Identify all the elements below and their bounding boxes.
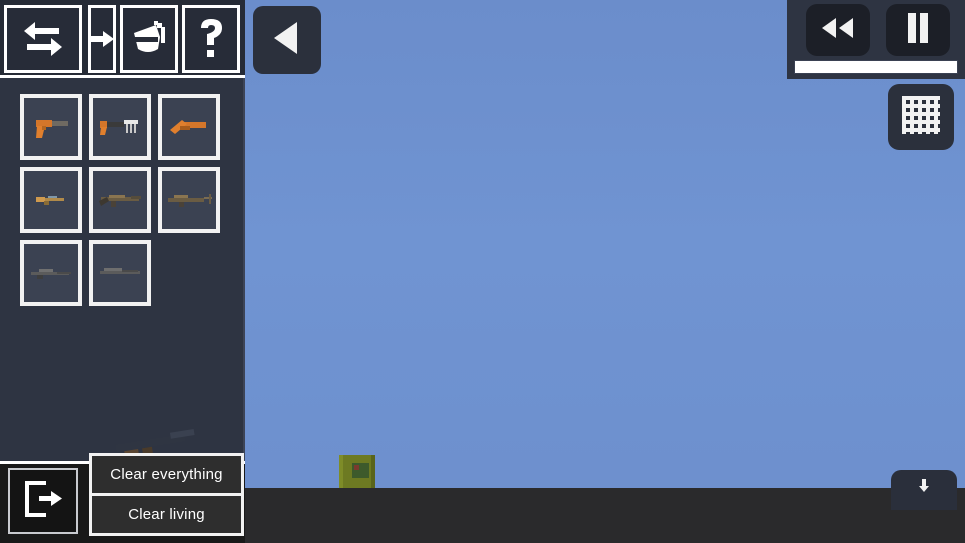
weapon-slot-marksman-rifle[interactable]: [89, 240, 151, 306]
clear-buttons-group: Clear everything Clear living: [89, 453, 244, 536]
grid-icon: [900, 94, 942, 141]
weapon-slot-assault-rifle[interactable]: [89, 167, 151, 233]
crate-inner-face: [352, 463, 369, 478]
download-icon: [917, 478, 931, 499]
help-tool-button[interactable]: [182, 5, 240, 73]
weapon-slot-sawed-off-shotgun[interactable]: [158, 94, 220, 160]
weapon-slot-sniper-rifle[interactable]: [20, 240, 82, 306]
weapon-slot-pistol[interactable]: [20, 94, 82, 160]
sawed-off-shotgun-icon: [166, 113, 212, 141]
submachine-gun-icon: [96, 111, 144, 143]
download-button[interactable]: [891, 470, 957, 510]
exit-icon: [21, 478, 65, 525]
paint-tool-button[interactable]: [120, 5, 178, 73]
assault-rifle-icon: [95, 187, 145, 213]
arrow-tool-button[interactable]: [88, 5, 116, 73]
clear-living-button[interactable]: Clear living: [92, 496, 241, 533]
sniper-rifle-icon: [27, 263, 75, 283]
triangle-left-icon: [269, 18, 305, 63]
swap-arrows-icon: [21, 19, 65, 59]
game-root: Clear everything Clear living: [0, 0, 965, 543]
pause-button[interactable]: [886, 4, 950, 56]
back-button[interactable]: [253, 6, 321, 74]
left-sidebar: Clear everything Clear living: [0, 0, 245, 543]
pistol-icon: [28, 111, 74, 143]
rewind-button[interactable]: [806, 4, 870, 56]
crate-detail-dot: [354, 465, 359, 470]
pause-icon: [905, 11, 931, 50]
arrow-right-icon: [91, 24, 113, 54]
marksman-rifle-icon: [96, 264, 144, 282]
battle-rifle-icon: [164, 188, 214, 212]
speed-slider[interactable]: [794, 60, 958, 74]
weapon-slot-submachine-gun[interactable]: [89, 94, 151, 160]
grid-toggle-button[interactable]: [888, 84, 954, 150]
sidebar-toolbar: [0, 0, 245, 78]
weapon-slot-battle-rifle[interactable]: [158, 167, 220, 233]
playback-controls: [787, 0, 965, 79]
weapon-grid: [20, 94, 220, 306]
scene-object-crate[interactable]: [339, 455, 375, 488]
carbine-icon: [28, 189, 74, 211]
speed-slider-fill: [795, 61, 957, 73]
paint-bucket-icon: [130, 19, 168, 59]
weapon-slot-carbine[interactable]: [20, 167, 82, 233]
swap-tool-button[interactable]: [4, 5, 82, 73]
question-mark-icon: [195, 17, 227, 61]
exit-button[interactable]: [8, 468, 78, 534]
clear-everything-button[interactable]: Clear everything: [92, 456, 241, 493]
rewind-icon: [819, 15, 857, 46]
